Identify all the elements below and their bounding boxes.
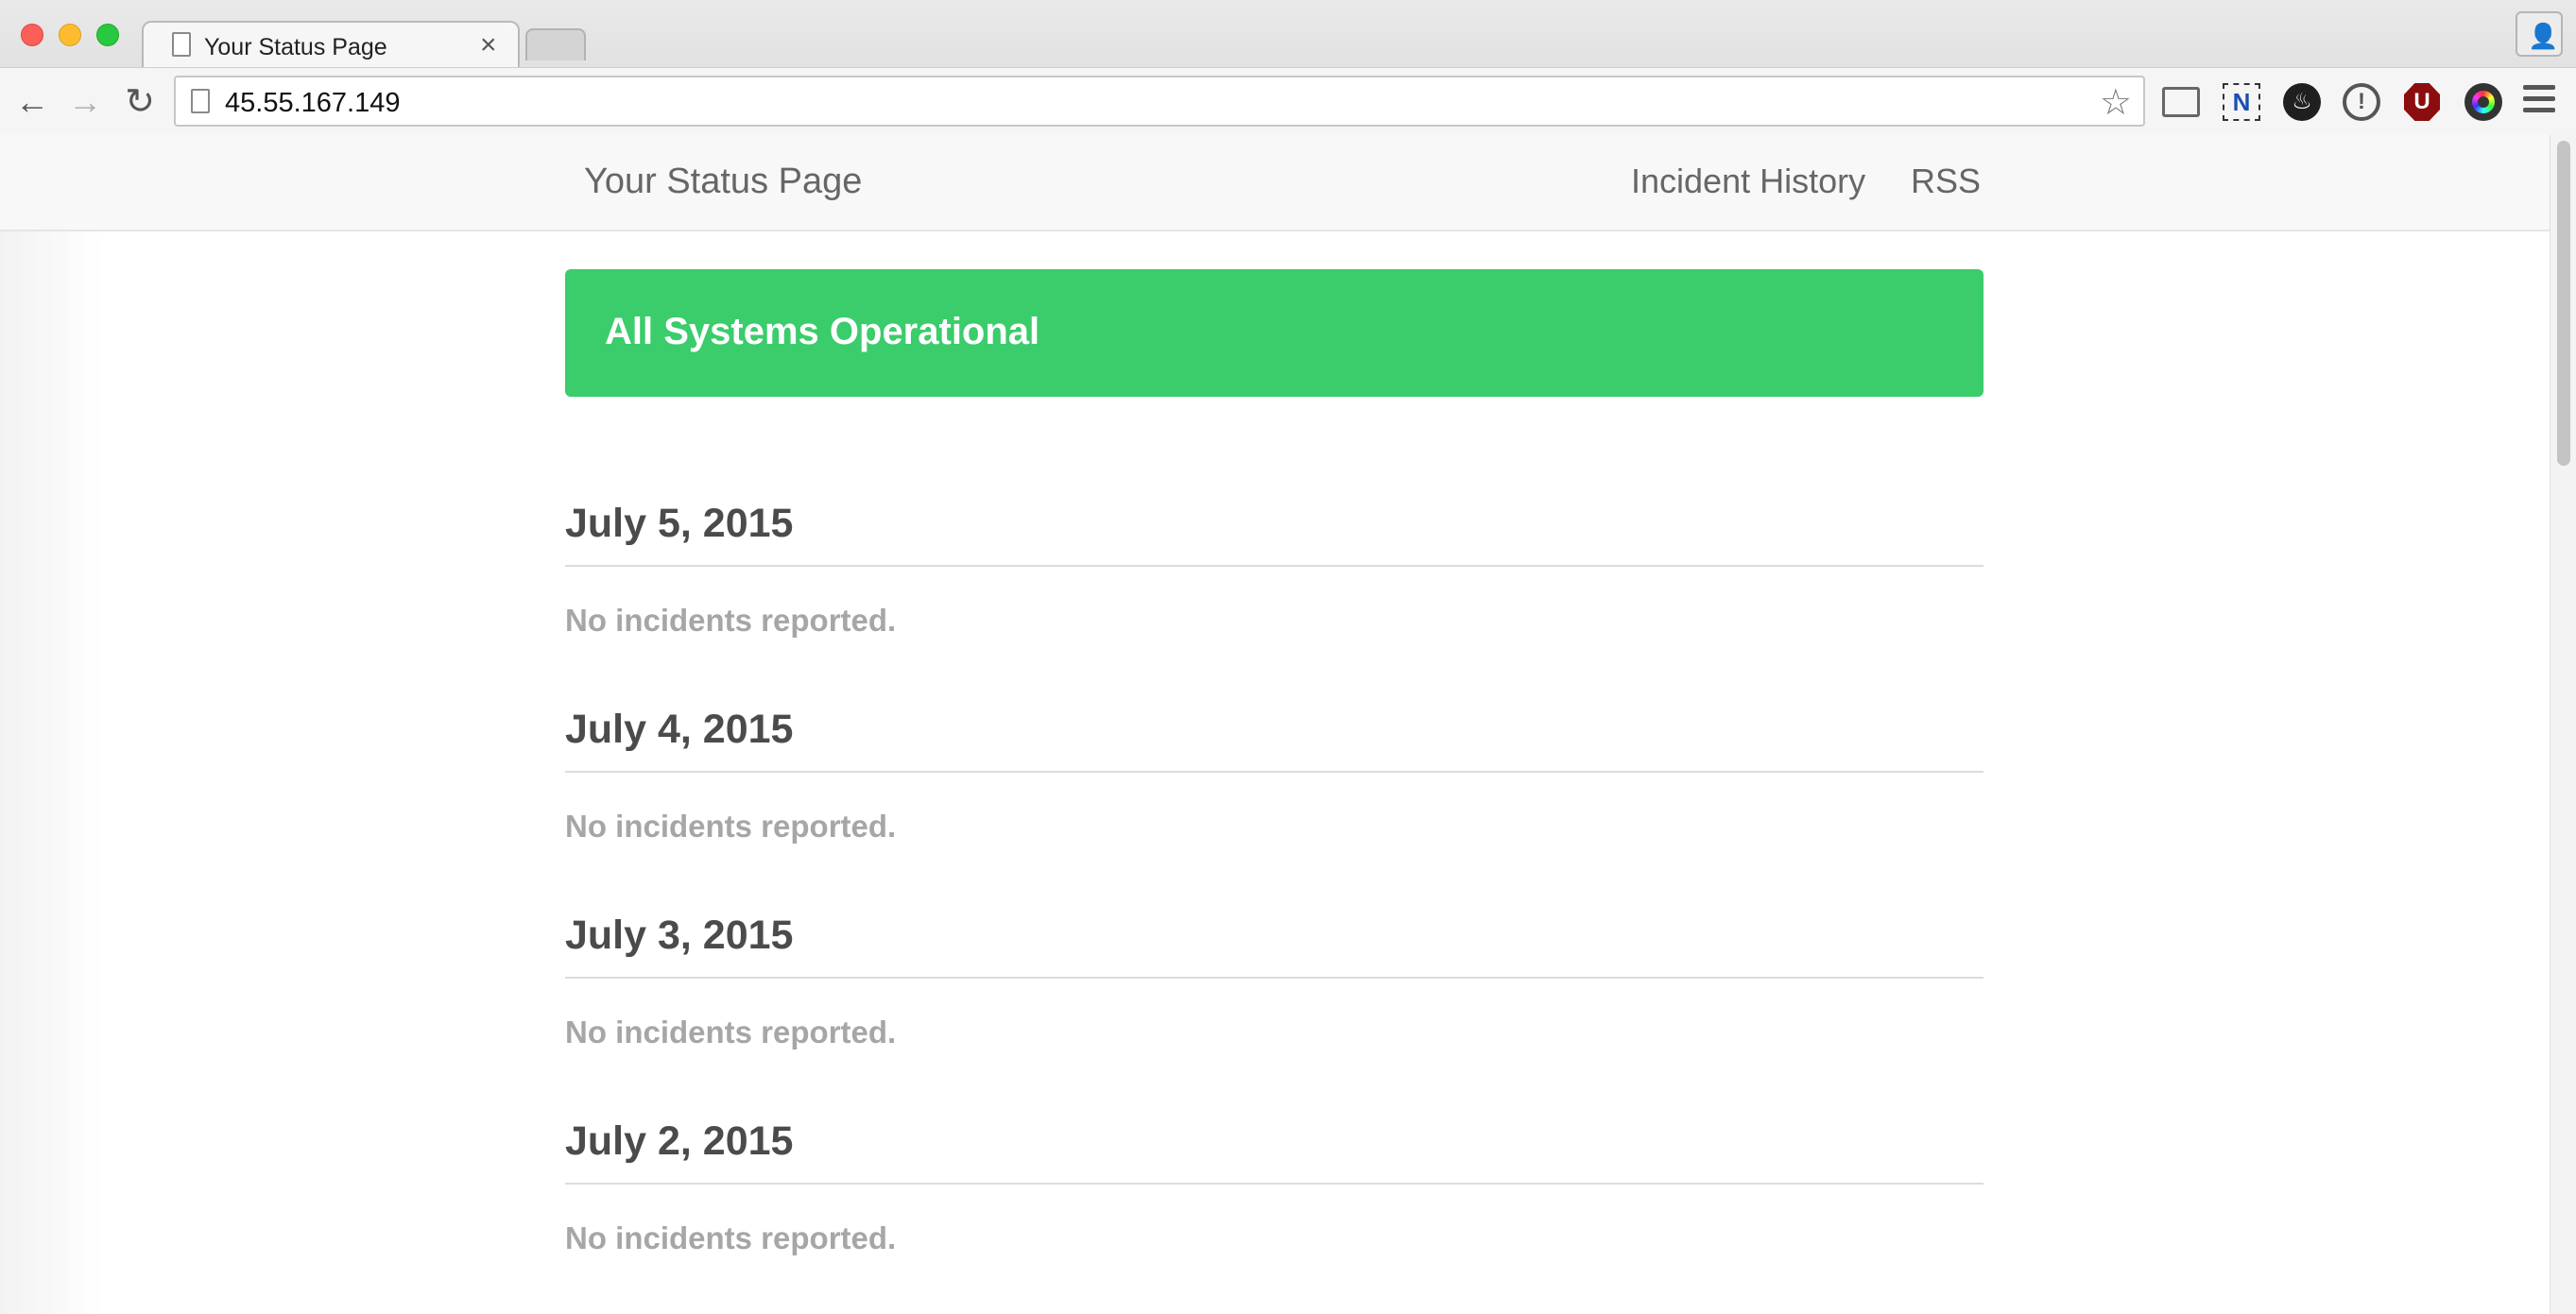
back-arrow-icon[interactable]: ← — [11, 81, 53, 123]
browser-tab-active[interactable]: Your Status Page × — [142, 21, 520, 70]
divider — [565, 1183, 1984, 1185]
window-minimize-button[interactable] — [59, 24, 81, 46]
rss-link[interactable]: RSS — [1911, 162, 1981, 201]
day-section: July 3, 2015 No incidents reported. — [565, 909, 1984, 1050]
divider — [565, 771, 1984, 773]
site-brand-link[interactable]: Your Status Page — [584, 162, 862, 202]
site-navbar: Your Status Page Incident History RSS — [0, 135, 2550, 231]
tab-bar: Your Status Page × 👤 — [0, 0, 2576, 70]
fire-extension-icon[interactable]: ♨ — [2283, 83, 2321, 121]
page-icon — [191, 89, 210, 113]
day-section: July 2, 2015 No incidents reported. — [565, 1115, 1984, 1256]
scrollbar-thumb[interactable] — [2557, 141, 2570, 466]
day-section: July 5, 2015 No incidents reported. — [565, 497, 1984, 639]
day-message: No incidents reported. — [565, 1015, 897, 1049]
page-icon — [172, 32, 191, 57]
day-date: July 3, 2015 — [565, 913, 794, 958]
window-maximize-button[interactable] — [96, 24, 119, 46]
color-picker-icon[interactable] — [2464, 83, 2502, 121]
forward-arrow-icon[interactable]: → — [64, 81, 106, 123]
day-date: July 2, 2015 — [565, 1118, 794, 1164]
divider — [565, 565, 1984, 567]
address-bar[interactable]: 45.55.167.149 ☆ — [174, 76, 2145, 127]
day-message: No incidents reported. — [565, 809, 897, 844]
user-icon: 👤 — [2528, 22, 2559, 50]
ublock-icon[interactable]: U — [2404, 83, 2440, 121]
tab-close-icon[interactable]: × — [480, 28, 497, 62]
reload-icon[interactable]: ↻ — [119, 81, 161, 123]
browser-toolbar: ← → ↻ 45.55.167.149 ☆ N ♨ ! U — [0, 67, 2576, 135]
new-tab-button[interactable] — [525, 28, 586, 60]
day-date: July 5, 2015 — [565, 501, 794, 546]
tab-title: Your Status Page — [204, 34, 387, 60]
day-message: No incidents reported. — [565, 603, 897, 638]
cast-icon[interactable] — [2162, 87, 2200, 117]
day-date: July 4, 2015 — [565, 707, 794, 752]
url-text[interactable]: 45.55.167.149 — [225, 88, 400, 119]
incident-history-link[interactable]: Incident History — [1631, 162, 1865, 201]
n-extension-icon[interactable]: N — [2223, 83, 2260, 121]
info-extension-icon[interactable]: ! — [2343, 83, 2380, 121]
page-viewport: Your Status Page Incident History RSS Al… — [0, 135, 2550, 1314]
divider — [565, 977, 1984, 979]
browser-chrome: Your Status Page × 👤 ← → ↻ 45.55.167.149… — [0, 0, 2576, 135]
vertical-scrollbar[interactable] — [2550, 135, 2576, 1314]
profile-button[interactable]: 👤 — [2516, 11, 2563, 57]
hamburger-menu-icon[interactable] — [2523, 85, 2555, 117]
status-banner-text: All Systems Operational — [605, 311, 1040, 352]
status-banner: All Systems Operational — [565, 269, 1984, 397]
day-section: July 4, 2015 No incidents reported. — [565, 703, 1984, 845]
bookmark-star-icon[interactable]: ☆ — [2100, 81, 2132, 124]
window-close-button[interactable] — [21, 24, 43, 46]
day-message: No incidents reported. — [565, 1220, 897, 1255]
